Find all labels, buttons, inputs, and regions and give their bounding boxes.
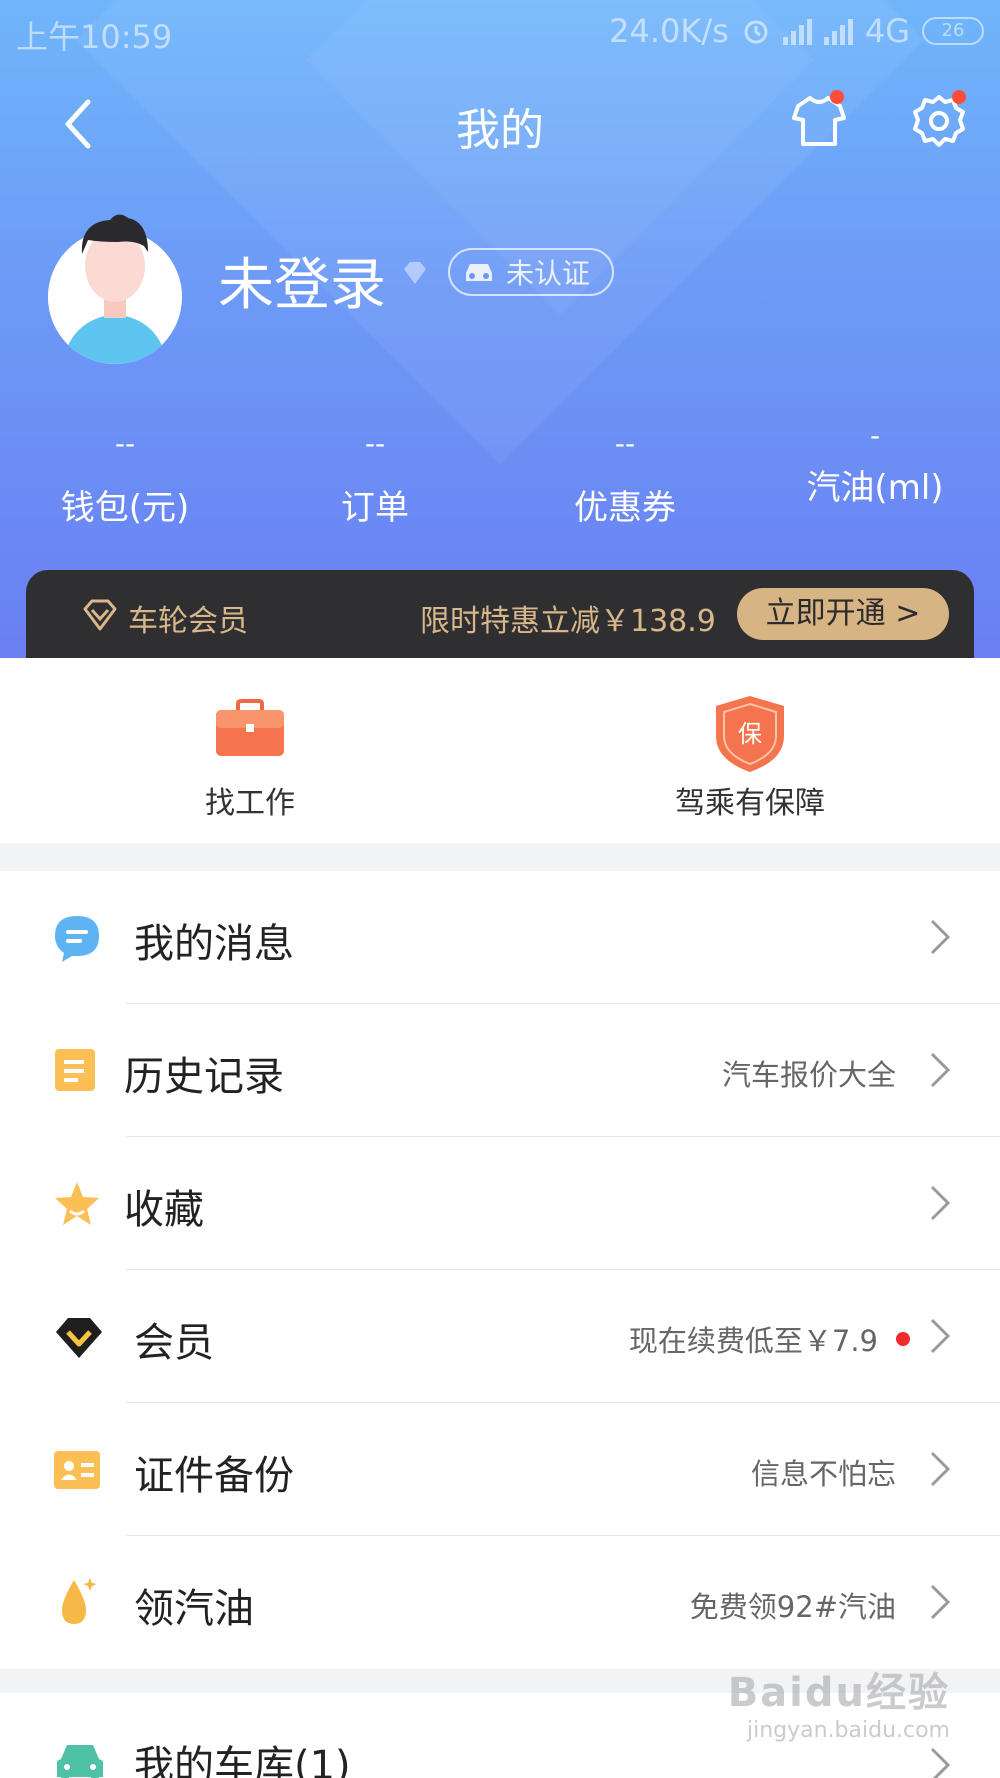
menu-label: 领汽油 (134, 1586, 254, 1632)
menu-label: 历史记录 (124, 1054, 284, 1100)
chevron-right-icon (930, 1584, 951, 1620)
car-icon (57, 1745, 103, 1778)
history-icon (55, 1049, 95, 1091)
id-card-icon (54, 1451, 100, 1489)
insurance-badge-text: 保 (738, 720, 762, 748)
stat-value: - (869, 419, 881, 452)
menu-item-history[interactable]: 历史记录 汽车报价大全 (0, 1004, 1000, 1137)
membership-label: 车轮会员 (128, 604, 248, 639)
menu-item-id-backup[interactable]: 证件备份 信息不怕忘 (0, 1403, 1000, 1536)
membership-banner[interactable]: 车轮会员 限时特惠立减￥138.9 立即开通 > (26, 570, 974, 658)
menu-label: 会员 (134, 1320, 214, 1366)
quick-label: 找工作 (205, 786, 295, 821)
signal-icon (782, 17, 812, 45)
status-bar: 上午10:59 24.0K/s 4G 26 (0, 0, 1000, 62)
menu-label: 我的车库(1) (134, 1743, 351, 1778)
avatar[interactable] (48, 214, 182, 364)
profile-header: 上午10:59 24.0K/s 4G 26 我的 未登录 未认证 -- 钱包(元… (0, 0, 1000, 658)
chevron-right-icon (930, 1318, 951, 1354)
vip-level-icon (404, 262, 426, 284)
membership-promo: 限时特惠立减￥138.9 (420, 604, 716, 639)
quick-insurance[interactable]: 保 驾乘有保障 (500, 658, 1000, 843)
vip-diamond-icon (56, 1318, 102, 1358)
stat-label: 汽油(ml) (806, 468, 944, 508)
stat-gasoline[interactable]: - 汽油(ml) (750, 419, 1000, 540)
quick-services: 找工作 保 驾乘有保障 (0, 658, 1000, 843)
stat-orders[interactable]: -- 订单 (250, 420, 500, 540)
star-icon (55, 1182, 99, 1225)
chevron-right-icon (930, 919, 951, 955)
watermark-brand: Baidu经验 (727, 1670, 950, 1716)
menu-label: 证件备份 (134, 1453, 294, 1499)
alarm-icon (744, 20, 768, 44)
certification-label: 未认证 (506, 257, 591, 290)
diamond-icon (83, 599, 117, 631)
signal-hd-icon (823, 17, 853, 45)
notification-dot (896, 1332, 910, 1346)
menu-subtext: 汽车报价大全 (721, 1058, 896, 1092)
menu-item-messages[interactable]: 我的消息 (0, 871, 1000, 1004)
insurance-shield-icon: 保 (716, 696, 784, 772)
username[interactable]: 未登录 (218, 240, 386, 321)
menu-label: 收藏 (124, 1187, 204, 1233)
skin-button[interactable] (790, 90, 848, 150)
message-icon (55, 916, 99, 962)
status-net-speed: 24.0K/s (609, 12, 729, 50)
menu-list: 我的消息 历史记录 汽车报价大全 收藏 会员 现在续费低至￥7.9 证件备份 信… (0, 871, 1000, 1669)
chevron-right-icon (930, 1451, 951, 1487)
battery-icon: 26 (922, 17, 984, 45)
stat-value: -- (114, 427, 136, 460)
status-time: 上午10:59 (16, 18, 173, 56)
chevron-right-icon (930, 1747, 951, 1778)
certification-badge[interactable]: 未认证 (448, 248, 614, 296)
menu-item-membership[interactable]: 会员 现在续费低至￥7.9 (0, 1270, 1000, 1403)
activate-membership-button[interactable]: 立即开通 > (737, 588, 949, 640)
quick-find-job[interactable]: 找工作 (0, 658, 500, 843)
watermark: Baidu经验 jingyan.baidu.com (728, 1660, 950, 1743)
page-title: 我的 (456, 105, 544, 156)
stat-wallet[interactable]: -- 钱包(元) (0, 420, 250, 540)
notification-dot (830, 90, 844, 104)
briefcase-icon (216, 699, 284, 756)
stats-row: -- 钱包(元) -- 订单 -- 优惠券 - 汽油(ml) (0, 419, 1000, 540)
menu-item-free-gas[interactable]: 领汽油 免费领92#汽油 (0, 1536, 1000, 1669)
default-avatar-icon (48, 214, 182, 364)
quick-label: 驾乘有保障 (675, 786, 825, 821)
settings-button[interactable] (910, 90, 968, 150)
menu-item-favorites[interactable]: 收藏 (0, 1137, 1000, 1270)
stat-label: 订单 (341, 488, 409, 528)
menu-subtext: 免费领92#汽油 (689, 1590, 896, 1624)
chevron-right-icon (930, 1052, 951, 1088)
stat-coupons[interactable]: -- 优惠券 (500, 420, 750, 540)
oil-drop-icon (62, 1578, 97, 1624)
stat-value: -- (364, 427, 386, 460)
menu-subtext: 现在续费低至￥7.9 (628, 1324, 878, 1358)
notification-dot (952, 90, 966, 104)
chevron-right-icon (930, 1185, 951, 1221)
stat-label: 优惠券 (574, 488, 676, 528)
stat-label: 钱包(元) (60, 488, 190, 528)
car-outline-icon (466, 264, 492, 281)
nav-bar: 我的 (0, 80, 1000, 170)
menu-subtext: 信息不怕忘 (750, 1457, 896, 1491)
menu-label: 我的消息 (134, 921, 294, 967)
stat-value: -- (614, 427, 636, 460)
status-network: 4G (864, 12, 910, 50)
watermark-url: jingyan.baidu.com (746, 1718, 950, 1743)
